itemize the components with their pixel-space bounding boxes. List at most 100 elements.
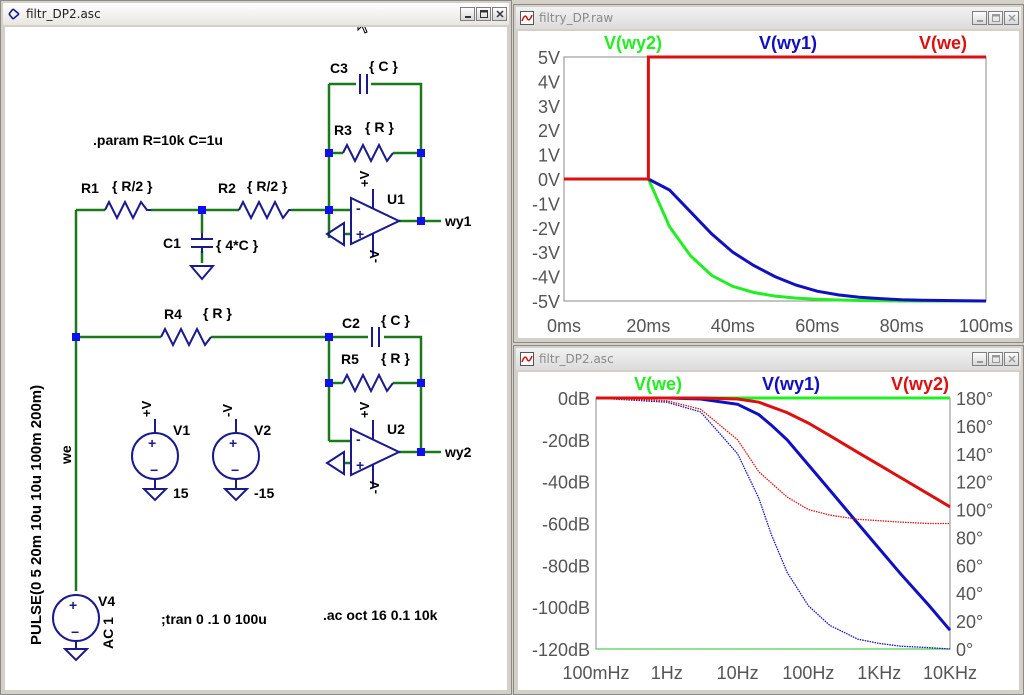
ac-y-tick-label: -60dB [542,515,590,535]
ac-directive[interactable]: .ac oct 16 0.1 10k [323,607,438,623]
net-wy2[interactable]: wy2 [444,444,472,460]
minimize-button[interactable] [972,352,987,366]
close-button[interactable] [1004,352,1019,366]
ac-magnitude-line [596,396,951,509]
ac-legend-entry: V(we) [634,374,682,394]
ac-plot-area[interactable]: 0dB -20dB -40dB -60dB -80dB -100dB -120dB 180° 1… [518,372,1019,690]
u1-vpos-label: +V [357,170,372,187]
maximize-button[interactable] [476,7,491,21]
v4-name[interactable]: V4 [98,593,115,609]
transient-y-tick-label: 4V [538,72,560,92]
ac-phase-line [595,397,950,525]
transient-series-line [564,177,987,303]
v2-name[interactable]: V2 [254,422,271,438]
v4-pulse-value[interactable]: PULSE(0 5 20m 10u 10u 100m 200m) [28,385,45,645]
c1-symbol [191,233,213,253]
ac-plot-window[interactable]: filtr_DP2.asc 0dB -20dB -40dB -60dB -80dB -10… [513,345,1024,695]
ac-magnitude-line [596,396,952,632]
r3-value[interactable]: { R } [365,119,394,135]
c2-symbol [371,327,380,347]
param-directive[interactable]: .param R=10k C=1u [93,132,223,148]
v4-ac-value[interactable]: AC 1 [100,617,116,649]
r3-symbol [342,142,394,164]
ac-y2-tick-label: 140° [956,445,993,465]
transient-titlebar[interactable]: filtry_DP.raw [516,7,1021,29]
ac-y-tick-label: -100dB [532,598,590,618]
maximize-button[interactable] [988,11,1003,25]
c1-name[interactable]: C1 [163,235,181,251]
close-button[interactable] [492,7,507,21]
schematic-drawing[interactable]: -+ -+ +− +− +− .param R=10k C=1u R1 {R/… [5,27,507,690]
waveform-app-icon[interactable] [519,351,535,367]
minimize-button[interactable] [972,11,987,25]
c2-value[interactable]: { C } [381,312,410,328]
ac-legend-entry: V(wy1) [762,374,820,394]
svg-text:−: − [71,624,79,640]
ac-y2-tick-label: 60° [956,556,983,576]
component-signs: - + - + + − + − + − [69,200,364,640]
net-we[interactable]: we [58,445,74,465]
transient-plot-area[interactable]: 5V 4V 3V 2V 1V 0V -1V -2V -3V -4V -5V 0ms 20ms 40ms 60… [518,31,1019,338]
r5-value[interactable]: { R } [381,350,410,366]
transient-y-tick-label: -3V [532,243,560,263]
svg-text:+: + [69,597,77,613]
c3-value[interactable]: { C } [369,58,398,74]
transient-x-tick-label: 100ms [959,316,1013,336]
schematic-window[interactable]: filtr_DP2.asc - + - + + − + − + − .param… [0,0,512,695]
svg-text:−: − [231,462,239,478]
u1-name[interactable]: U1 [387,191,405,207]
ac-x-tick-label: 1Hz [651,663,683,683]
maximize-button[interactable] [988,352,1003,366]
r2-value[interactable]: { R/2 } [247,178,288,194]
c1-value[interactable]: { 4*C } [216,237,259,253]
ac-x-tick-label: 100mHz [562,663,629,683]
schematic-window-title: filtr_DP2.asc [26,7,101,21]
ac-chart[interactable]: 0dB -20dB -40dB -60dB -80dB -100dB -120dB 180° 1… [518,372,1019,690]
u2-name[interactable]: U2 [387,421,405,437]
u2-vpos-label: +V [357,401,372,418]
ac-y-tick-label: -20dB [542,431,590,451]
c3-name[interactable]: C3 [330,60,348,76]
transient-chart[interactable]: 5V 4V 3V 2V 1V 0V -1V -2V -3V -4V -5V 0ms 20ms 40ms 60… [518,31,1019,338]
r5-name[interactable]: R5 [341,351,359,367]
ac-titlebar[interactable]: filtr_DP2.asc [516,348,1021,370]
r2-name[interactable]: R2 [218,180,236,196]
r1-name[interactable]: R1 [81,180,99,196]
transient-series-line [564,55,986,181]
transient-window-title: filtry_DP.raw [539,11,614,25]
ac-legend-entry: V(wy2) [891,374,949,394]
components [52,74,402,662]
transient-y-tick-label: 2V [538,121,560,141]
waveform-app-icon[interactable] [519,10,535,26]
ac-x-tick-label: 10Hz [717,663,759,683]
r4-value[interactable]: { R } [203,305,232,321]
r3-name[interactable]: R3 [334,122,352,138]
v1-top-label: +V [139,400,154,417]
schematic-labels: .param R=10k C=1u R1 { R/2 } R2 { R/2 } … [28,58,472,649]
v2-value[interactable]: -15 [254,485,274,501]
u2-vneg-label: -V [367,481,382,494]
transient-y-tick-label: 5V [538,48,560,68]
ac-y2-tick-label: 100° [956,501,993,521]
close-button[interactable] [1004,11,1019,25]
transient-series-line [564,177,986,303]
svg-text:+: + [148,435,156,451]
minimize-button[interactable] [460,7,475,21]
ac-y2-tick-label: 0° [956,640,973,660]
tran-directive[interactable]: ;tran 0 .1 0 100u [161,611,267,627]
transient-x-tick-label: 40ms [711,316,755,336]
schematic-canvas[interactable]: - + - + + − + − + − .param R=10k C=1u R1… [5,27,507,690]
v1-value[interactable]: 15 [173,485,189,501]
schematic-app-icon[interactable] [6,6,22,22]
ac-phase-line [595,397,951,650]
transient-plot-window[interactable]: filtry_DP.raw 5V 4V 3V 2V 1V 0V -1V -2V -3V -4V -5… [513,4,1024,343]
v1-name[interactable]: V1 [173,422,190,438]
svg-text:+: + [229,435,237,451]
transient-y-tick-label: 3V [538,97,560,117]
svg-text:-: - [356,431,361,447]
schematic-titlebar[interactable]: filtr_DP2.asc [3,3,509,25]
c2-name[interactable]: C2 [342,315,360,331]
net-wy1[interactable]: wy1 [444,213,472,229]
r4-name[interactable]: R4 [164,306,182,322]
r1-value[interactable]: { R/2 } [112,178,153,194]
